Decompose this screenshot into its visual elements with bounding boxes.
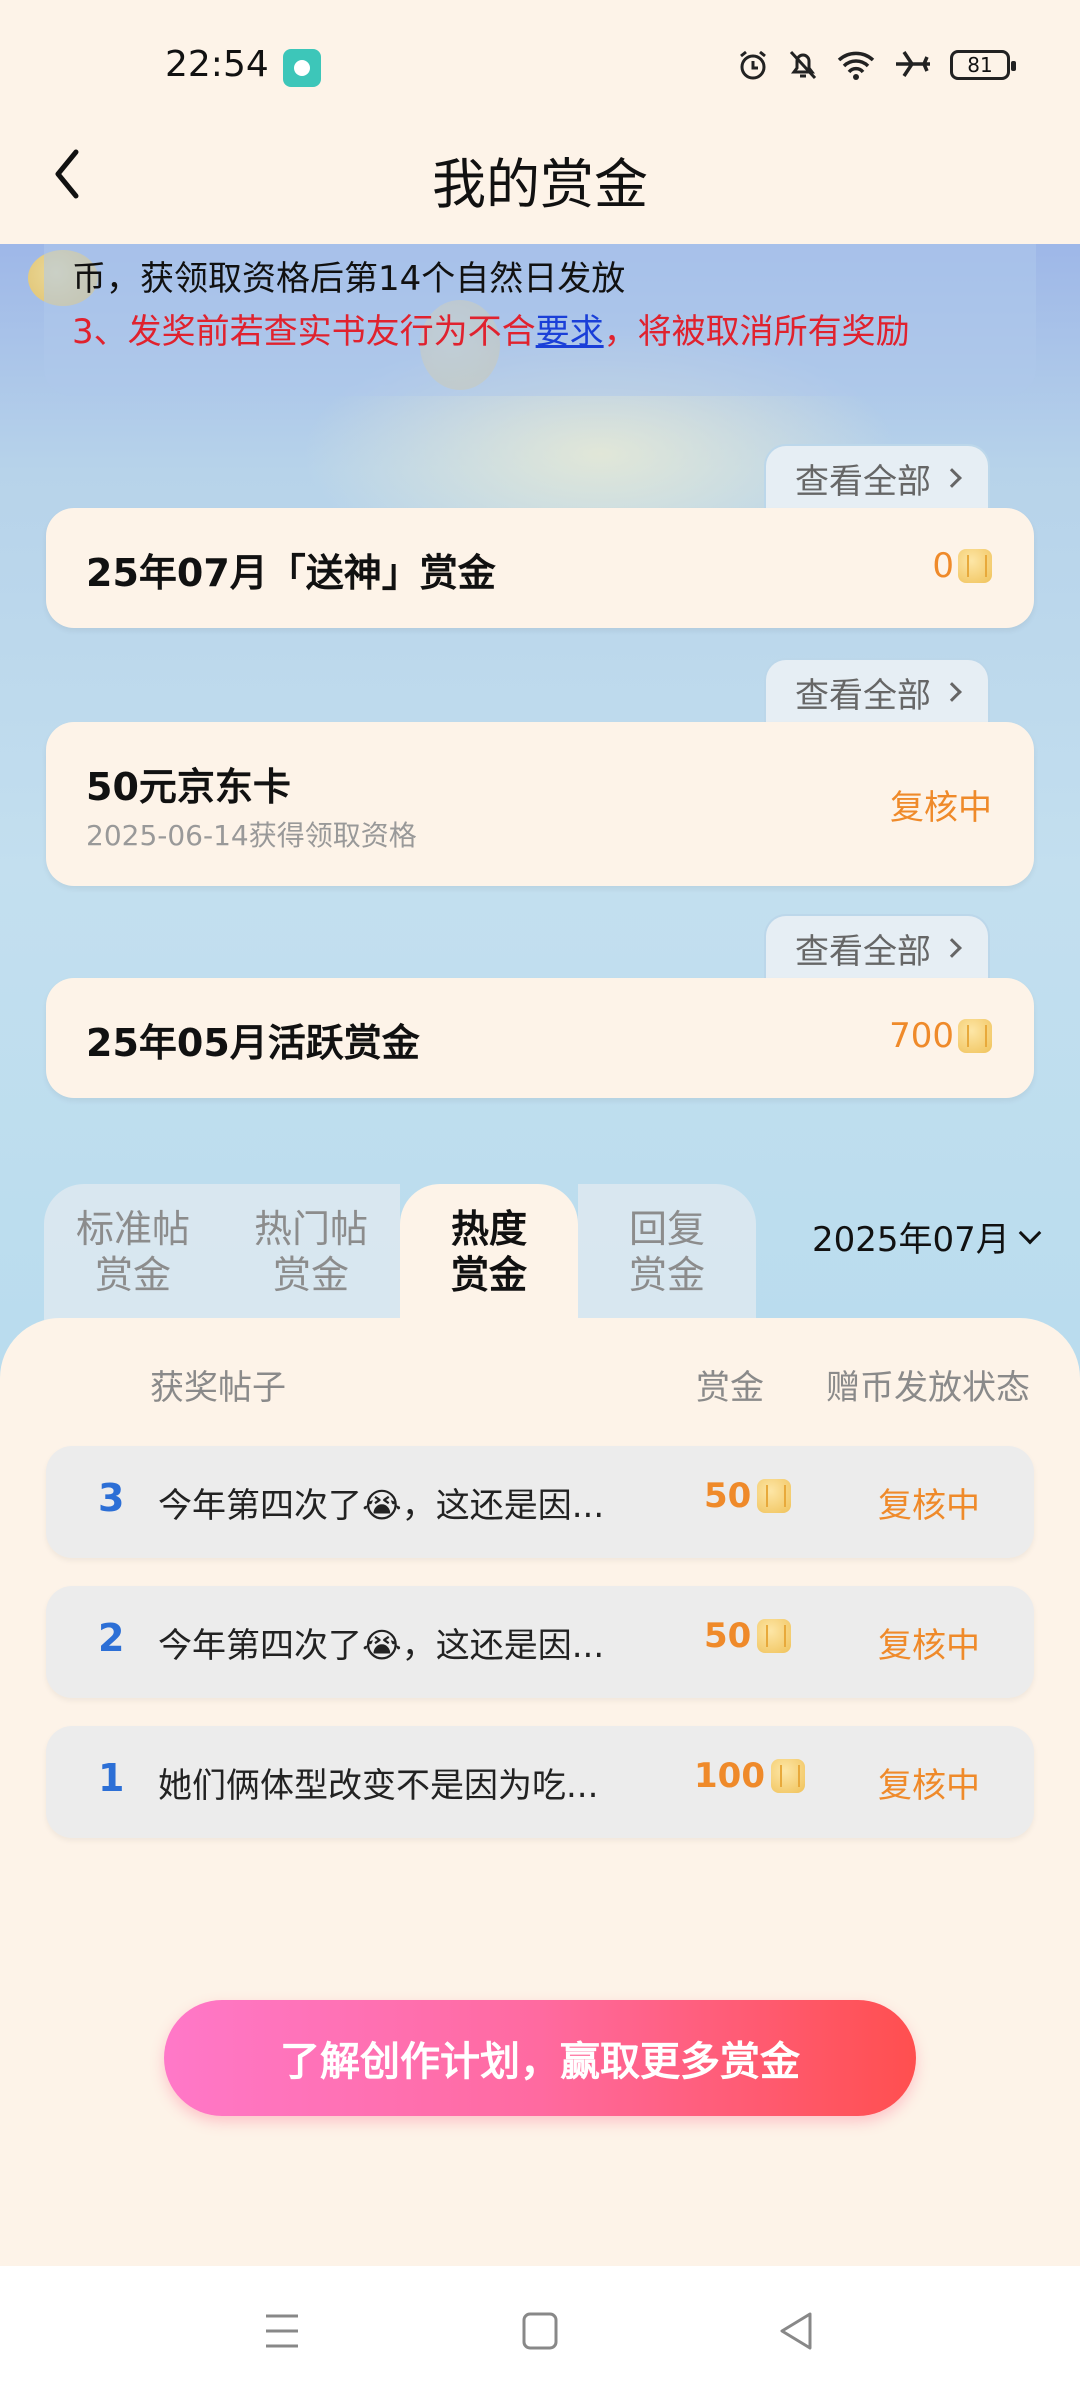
bounty-card[interactable]: 25年05月活跃赏金 700 — [46, 978, 1034, 1098]
row-status: 复核中 — [878, 1766, 980, 1806]
mute-icon — [789, 50, 817, 80]
bounty-subtitle: 2025-06-14获得领取资格 — [86, 819, 417, 852]
rule-text: 币，获领取资格后第14个自然日发放 — [72, 259, 626, 299]
row-post-title: 今年第四次了😭，这还是因... — [158, 1626, 605, 1666]
creation-plan-button[interactable]: 了解创作计划，赢取更多赏金 — [164, 2000, 916, 2116]
bounty-title: 25年05月活跃赏金 — [86, 1021, 420, 1065]
view-all-label: 查看全部 — [795, 461, 931, 502]
rule-warning: 3、发奖前若查实书友行为不合要求，将被取消所有奖励 — [72, 304, 1008, 360]
chevron-right-icon — [942, 468, 962, 488]
bounty-card[interactable]: 25年07月「送神」赏金 0 — [46, 508, 1034, 628]
bounty-status: 复核中 — [890, 788, 992, 828]
coin-icon — [958, 549, 992, 583]
menu-icon[interactable] — [262, 2308, 302, 2354]
back-nav-icon[interactable] — [776, 2308, 816, 2354]
table-row[interactable]: 1 她们俩体型改变不是因为吃... 100 复核中 — [46, 1726, 1034, 1838]
row-rank: 3 — [98, 1476, 125, 1520]
amount-value: 50 — [704, 1616, 752, 1656]
coin-icon — [757, 1479, 792, 1513]
system-nav-bar — [0, 2266, 1080, 2400]
requirements-link[interactable]: 要求 — [536, 312, 604, 352]
coin-icon — [770, 1759, 805, 1793]
tab-hot-post[interactable]: 热门帖 赏金 — [222, 1184, 400, 1320]
chevron-right-icon — [942, 938, 962, 958]
tab-reply[interactable]: 回复 赏金 — [578, 1184, 756, 1320]
row-amount: 50 — [704, 1616, 792, 1656]
column-header-status: 赠币发放状态 — [826, 1368, 1030, 1408]
tab-label: 赏金 — [272, 1253, 349, 1297]
status-bar: 22:54 81 — [0, 0, 1080, 132]
row-rank: 2 — [98, 1616, 125, 1660]
status-icons: 81 — [736, 48, 1016, 82]
bounty-title: 25年07月「送神」赏金 — [86, 551, 496, 595]
view-all-button[interactable]: 查看全部 — [764, 914, 990, 980]
bounty-title: 50元京东卡 — [86, 765, 291, 809]
view-all-button[interactable]: 查看全部 — [764, 444, 990, 510]
coin-icon — [958, 1019, 992, 1053]
bounty-value: 700 — [889, 1016, 992, 1056]
tab-label: 回复 — [628, 1207, 705, 1251]
chevron-down-icon — [1018, 1221, 1042, 1244]
bounty-amount: 0 — [932, 546, 954, 586]
rule-warning-prefix: 3、发奖前若查实书友行为不合 — [72, 312, 536, 352]
view-all-label: 查看全部 — [795, 675, 931, 716]
row-amount: 50 — [704, 1476, 792, 1516]
bounty-value: 0 — [932, 546, 992, 586]
airplane-icon — [896, 51, 930, 77]
rules-card: 币，获领取资格后第14个自然日发放 3、发奖前若查实书友行为不合要求，将被取消所… — [44, 244, 1036, 396]
tab-popularity[interactable]: 热度 赏金 — [400, 1184, 578, 1320]
column-header-reward: 赏金 — [696, 1368, 764, 1408]
battery-indicator: 81 — [950, 50, 1016, 80]
page-title: 我的赏金 — [432, 153, 648, 216]
tab-label: 赏金 — [628, 1253, 705, 1297]
month-label: 2025年07月 — [812, 1220, 1010, 1260]
row-status: 复核中 — [878, 1486, 980, 1526]
home-icon[interactable] — [520, 2308, 560, 2354]
row-post-title: 今年第四次了😭，这还是因... — [158, 1486, 605, 1526]
table-row[interactable]: 3 今年第四次了😭，这还是因... 50 复核中 — [46, 1446, 1034, 1558]
tab-label: 标准帖 — [75, 1207, 190, 1251]
bounty-tabs: 标准帖 赏金 热门帖 赏金 热度 赏金 回复 赏金 — [44, 1184, 756, 1320]
row-status: 复核中 — [878, 1626, 980, 1666]
row-amount: 100 — [694, 1756, 805, 1796]
tab-label: 热度 — [450, 1207, 527, 1251]
amount-value: 100 — [694, 1756, 765, 1796]
tab-label: 热门帖 — [253, 1207, 368, 1251]
tab-label: 赏金 — [450, 1253, 527, 1297]
view-all-label: 查看全部 — [795, 931, 931, 972]
alarm-icon — [740, 50, 766, 80]
rule-warning-suffix: ，将被取消所有奖励 — [603, 312, 910, 352]
column-header-post: 获奖帖子 — [150, 1368, 286, 1408]
table-row[interactable]: 2 今年第四次了😭，这还是因... 50 复核中 — [46, 1586, 1034, 1698]
wifi-icon — [837, 51, 875, 80]
tab-label: 赏金 — [94, 1253, 171, 1297]
amount-value: 50 — [704, 1476, 752, 1516]
row-rank: 1 — [98, 1756, 125, 1800]
view-all-button[interactable]: 查看全部 — [764, 658, 990, 724]
row-post-title: 她们俩体型改变不是因为吃... — [158, 1766, 599, 1806]
bounty-amount: 700 — [889, 1016, 954, 1056]
chevron-right-icon — [942, 682, 962, 702]
status-time: 22:54 — [165, 44, 269, 85]
coin-icon — [757, 1619, 792, 1653]
app-notification-icon — [283, 49, 321, 87]
month-dropdown[interactable]: 2025年07月 — [812, 1212, 1042, 1261]
bounty-card[interactable]: 50元京东卡 2025-06-14获得领取资格 复核中 — [46, 722, 1034, 886]
tab-standard-post[interactable]: 标准帖 赏金 — [44, 1184, 222, 1320]
